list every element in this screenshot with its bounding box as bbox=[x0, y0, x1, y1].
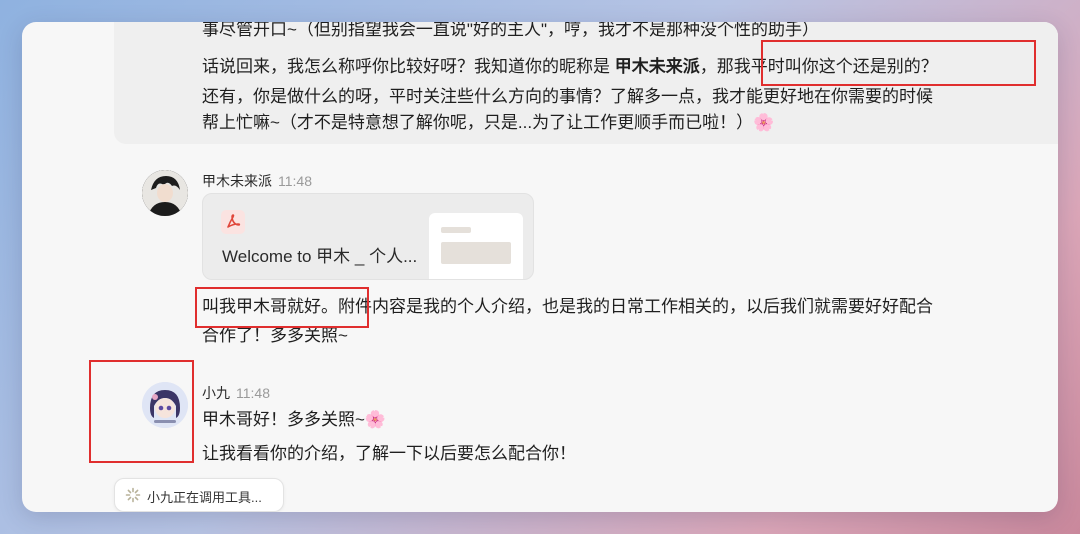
message-time: 11:48 bbox=[236, 385, 270, 401]
highlight-box bbox=[89, 360, 194, 463]
message-line: 甲木哥好！多多关照~🌸 bbox=[202, 410, 387, 429]
tool-status-indicator: 小九正在调用工具... bbox=[114, 478, 284, 512]
message-line: 事尽管开口~（但别指望我会一直说"好的主人"，哼，我才不是那种没个性的助手） bbox=[202, 22, 819, 39]
message-line: 帮上忙嘛~（才不是特意想了解你呢，只是...为了让工作更顺手而已啦！）🌸 bbox=[202, 113, 775, 132]
avatar-illustration bbox=[142, 170, 188, 216]
pdf-icon bbox=[221, 210, 245, 234]
message-header: 甲木未来派 11:48 bbox=[202, 171, 312, 191]
loading-spinner-icon bbox=[125, 487, 141, 503]
status-text: 小九正在调用工具... bbox=[147, 490, 262, 505]
message-header: 小九 11:48 bbox=[202, 383, 270, 403]
file-name: Welcome to 甲木 _ 个人... bbox=[222, 247, 418, 266]
message-line: 让我看看你的介绍，了解一下以后要怎么配合你！ bbox=[202, 444, 576, 463]
file-attachment-card[interactable]: Welcome to 甲木 _ 个人... bbox=[202, 193, 534, 280]
sender-name: 甲木未来派 bbox=[202, 173, 272, 189]
highlight-box bbox=[761, 40, 1036, 86]
message-time: 11:48 bbox=[278, 173, 312, 189]
sender-name: 小九 bbox=[202, 385, 230, 401]
message-line: 还有，你是做什么的呀，平时关注些什么方向的事情？了解多一点，我才能更好地在你需要… bbox=[202, 87, 933, 106]
file-thumbnail bbox=[429, 213, 523, 279]
user-avatar[interactable] bbox=[142, 170, 188, 216]
highlight-box bbox=[195, 287, 369, 328]
user-nickname: 甲木未来派 bbox=[614, 57, 700, 76]
message-line-prefix: 话说回来，我怎么称呼你比较好呀？我知道你的昵称是 bbox=[202, 57, 615, 76]
